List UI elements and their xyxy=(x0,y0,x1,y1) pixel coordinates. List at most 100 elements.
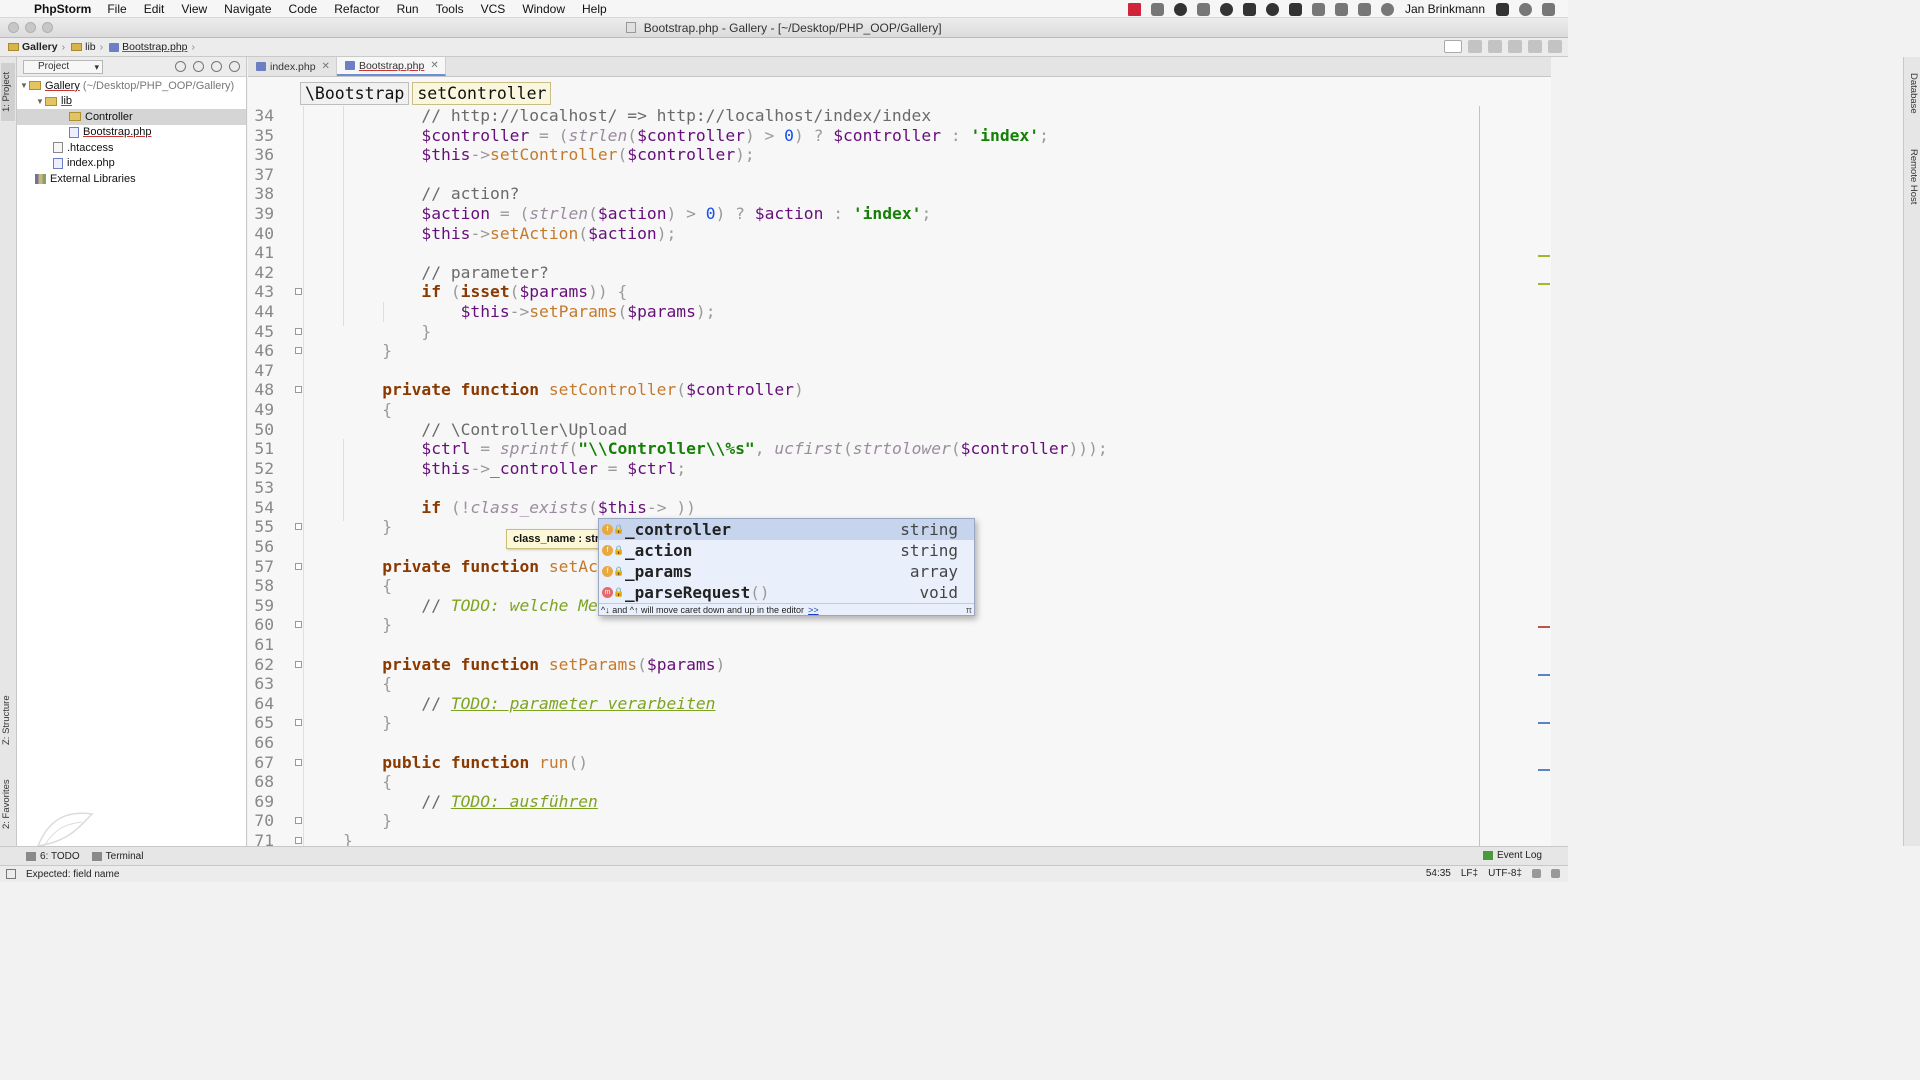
toggle-tool-windows-icon[interactable] xyxy=(6,869,16,879)
code-line[interactable]: 62 private function setParams($params) xyxy=(248,655,1479,675)
volume-icon[interactable] xyxy=(1334,2,1348,16)
code-line[interactable]: 39 $action = (strlen($action) > 0) ? $ac… xyxy=(248,204,1479,224)
fold-marker-icon[interactable] xyxy=(295,836,302,844)
code-line[interactable]: 65 } xyxy=(248,713,1479,733)
pin-icon[interactable]: π xyxy=(966,604,972,616)
breadcrumb-class[interactable]: \Bootstrap xyxy=(300,82,410,105)
tool-tab-remote-host[interactable]: Remote Host xyxy=(1905,137,1919,217)
tray-app-icon[interactable] xyxy=(1173,2,1187,16)
plugin-icon[interactable] xyxy=(1196,2,1210,16)
warning-marker[interactable] xyxy=(1538,283,1550,285)
tree-item-gallery[interactable]: ▼ Gallery (~/Desktop/PHP_OOP/Gallery) xyxy=(17,78,246,94)
menu-refactor[interactable]: Refactor xyxy=(334,2,379,16)
tree-item-index[interactable]: index.php xyxy=(17,156,246,172)
code-line[interactable]: 43 if (isset($params)) { xyxy=(248,282,1479,302)
code-line[interactable]: 68 { xyxy=(248,772,1479,792)
tree-item-external-libraries[interactable]: External Libraries xyxy=(17,171,246,187)
run-icon[interactable] xyxy=(1468,40,1482,53)
fold-marker-icon[interactable] xyxy=(295,523,302,531)
code-line[interactable]: 45 } xyxy=(248,322,1479,342)
code-line[interactable]: 47 xyxy=(248,361,1479,381)
tool-tab-structure[interactable]: Z: Structure xyxy=(1,685,15,755)
warning-marker[interactable] xyxy=(1538,255,1550,257)
tool-event-log[interactable]: Event Log xyxy=(1482,850,1542,861)
completion-item[interactable]: m 🔒 _parseRequest() void xyxy=(599,582,974,603)
todo-marker[interactable] xyxy=(1538,674,1550,676)
menu-help[interactable]: Help xyxy=(582,2,607,16)
project-view-select[interactable]: Project xyxy=(23,59,103,74)
hide-icon[interactable] xyxy=(229,61,240,72)
menu-vcs[interactable]: VCS xyxy=(481,2,506,16)
line-separator[interactable]: LF‡ xyxy=(1461,868,1478,879)
expand-arrow-icon[interactable]: ▼ xyxy=(19,81,29,90)
nav-crumb-gallery[interactable]: Gallery › xyxy=(8,41,65,53)
notes-icon[interactable] xyxy=(1242,2,1256,16)
code-line[interactable]: 70 } xyxy=(248,811,1479,831)
tab-bootstrap-php[interactable]: Bootstrap.php ✕ xyxy=(336,57,446,76)
fold-marker-icon[interactable] xyxy=(295,719,302,727)
onepassword-icon[interactable] xyxy=(1219,2,1233,16)
code-line[interactable]: 71} xyxy=(248,831,1479,846)
tool-tab-project[interactable]: 1: Project xyxy=(1,63,15,121)
code-line[interactable]: 66 xyxy=(248,733,1479,753)
menu-tools[interactable]: Tools xyxy=(436,2,464,16)
code-editor[interactable]: \Bootstrap setController 34 // http://lo… xyxy=(248,77,1551,846)
nav-crumb-lib[interactable]: lib › xyxy=(71,41,103,53)
completion-item[interactable]: f 🔒 _action string xyxy=(599,540,974,561)
error-stripe[interactable] xyxy=(1536,77,1551,846)
run-configuration-dropdown[interactable] xyxy=(1444,40,1462,53)
tool-tab-database[interactable]: Database xyxy=(1905,63,1919,123)
fold-marker-icon[interactable] xyxy=(295,758,302,766)
tool-todo[interactable]: 6: TODO xyxy=(26,851,80,862)
code-line[interactable]: 63 { xyxy=(248,674,1479,694)
menu-run[interactable]: Run xyxy=(397,2,419,16)
lock-icon[interactable] xyxy=(1496,2,1509,16)
code-line[interactable]: 64 // TODO: parameter verarbeiten xyxy=(248,694,1479,714)
inspector-icon[interactable] xyxy=(1551,869,1560,878)
gear-icon[interactable] xyxy=(211,61,222,72)
code-line[interactable]: 34 // http://localhost/ => http://localh… xyxy=(248,106,1479,126)
code-line[interactable]: 49 { xyxy=(248,400,1479,420)
creative-cloud-icon[interactable] xyxy=(1265,2,1279,16)
menu-file[interactable]: File xyxy=(107,2,126,16)
tree-item-bootstrap[interactable]: Bootstrap.php xyxy=(17,125,246,141)
app-menu[interactable]: PhpStorm xyxy=(34,2,91,16)
menu-navigate[interactable]: Navigate xyxy=(224,2,271,16)
search-everywhere-icon[interactable] xyxy=(1548,40,1562,53)
collapse-icon[interactable] xyxy=(193,61,204,72)
code-line[interactable]: 50 // \Controller\Upload xyxy=(248,420,1479,440)
code-line[interactable]: 52 $this->_controller = $ctrl; xyxy=(248,459,1479,479)
code-line[interactable]: 53 xyxy=(248,478,1479,498)
tree-item-controller[interactable]: Controller xyxy=(17,109,246,125)
code-line[interactable]: 60 } xyxy=(248,615,1479,635)
fold-marker-icon[interactable] xyxy=(295,562,302,570)
code-line[interactable]: 40 $this->setAction($action); xyxy=(248,224,1479,244)
fold-marker-icon[interactable] xyxy=(295,660,302,668)
error-marker[interactable] xyxy=(1538,626,1550,628)
code-line[interactable]: 67 public function run() xyxy=(248,753,1479,773)
menu-window[interactable]: Window xyxy=(522,2,565,16)
notification-center-icon[interactable] xyxy=(1542,2,1555,16)
code-line[interactable]: 44 $this->setParams($params); xyxy=(248,302,1479,322)
code-line[interactable]: 41 xyxy=(248,243,1479,263)
fold-marker-icon[interactable] xyxy=(295,288,302,296)
dropbox-icon[interactable] xyxy=(1150,2,1164,16)
completion-item[interactable]: f 🔒 _controller string xyxy=(599,519,974,540)
code-line[interactable]: 38 // action? xyxy=(248,184,1479,204)
debug-icon[interactable] xyxy=(1488,40,1502,53)
tab-index-php[interactable]: index.php ✕ xyxy=(248,57,337,76)
fold-marker-icon[interactable] xyxy=(295,347,302,355)
code-line[interactable]: 35 $controller = (strlen($controller) > … xyxy=(248,126,1479,146)
code-line[interactable]: 54 if (!class_exists($this-> )) xyxy=(248,498,1479,518)
code-completion-popup[interactable]: f 🔒 _controller string f 🔒 _action string f 🔒 _par… xyxy=(598,518,975,616)
caret-position[interactable]: 54:35 xyxy=(1426,868,1451,879)
menu-view[interactable]: View xyxy=(181,2,207,16)
tree-item-lib[interactable]: ▼ lib xyxy=(17,94,246,110)
readonly-lock-icon[interactable] xyxy=(1532,869,1541,878)
fold-marker-icon[interactable] xyxy=(295,327,302,335)
time-machine-icon[interactable] xyxy=(1380,2,1394,16)
todo-marker[interactable] xyxy=(1538,769,1550,771)
completion-item[interactable]: f 🔒 _params array xyxy=(599,561,974,582)
fold-marker-icon[interactable] xyxy=(295,386,302,394)
code-line[interactable]: 51 $ctrl = sprintf("\\Controller\\%s", u… xyxy=(248,439,1479,459)
